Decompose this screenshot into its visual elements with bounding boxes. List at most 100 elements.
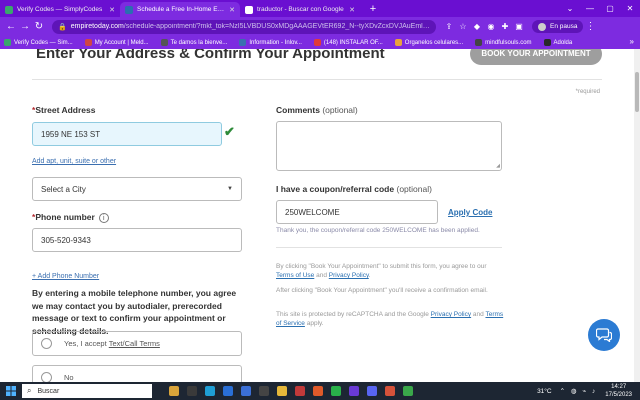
brave-app-icon[interactable] xyxy=(310,382,326,400)
privacy-policy-link[interactable]: Privacy Policy xyxy=(329,272,369,279)
close-icon[interactable]: ✕ xyxy=(229,6,235,14)
back-icon[interactable]: ← xyxy=(4,21,18,32)
files-app-glyph xyxy=(169,386,179,396)
city-select[interactable]: Select a City ▼ xyxy=(32,177,242,201)
sidebar-icon[interactable]: ▣ xyxy=(512,22,526,31)
weather-label[interactable]: 31°C xyxy=(537,388,552,395)
chat-app-icon[interactable] xyxy=(346,382,362,400)
maximize-icon[interactable]: ▢ xyxy=(600,0,620,17)
radio-button[interactable] xyxy=(41,372,52,382)
photos-app-icon[interactable] xyxy=(382,382,398,400)
explorer-app-icon[interactable] xyxy=(274,382,290,400)
url-path: /schedule-appointment/?mkt_tok=NzI5LVBDU… xyxy=(123,23,430,30)
bookmark-label: My Account | Meld... xyxy=(94,39,149,46)
taskbar-search-input[interactable]: ⌕ Buscar xyxy=(22,384,152,398)
puzzle-icon[interactable]: ✚ xyxy=(498,22,512,31)
add-apt-link[interactable]: Add apt, unit, suite or other xyxy=(32,158,116,165)
share-icon[interactable]: ⇪ xyxy=(442,22,456,31)
tab-google-search[interactable]: traductor - Buscar con Google ✕ xyxy=(240,2,360,17)
accept-prefix: Yes, I accept xyxy=(64,339,107,348)
radio-button[interactable] xyxy=(41,338,52,349)
bookmark-item[interactable]: My Account | Meld... xyxy=(84,39,149,46)
bookmarks-bar: Verify Codes — Sim... My Account | Meld.… xyxy=(0,36,640,49)
explorer-app-glyph xyxy=(277,386,287,396)
decline-label: No xyxy=(64,373,74,382)
more-bookmarks-icon[interactable]: » xyxy=(630,37,634,46)
google-privacy-link[interactable]: Privacy Policy xyxy=(431,311,471,318)
coupon-code-input[interactable]: 250WELCOME xyxy=(276,200,438,224)
street-address-input[interactable]: 1959 NE 153 ST xyxy=(32,122,222,146)
bookmark-item[interactable]: mindfulsouls.com xyxy=(475,39,532,46)
extension-icon[interactable]: ◆ xyxy=(470,22,484,31)
accept-terms-option[interactable]: Yes, I accept Text/Call Terms xyxy=(32,331,242,356)
lock-icon: 🔒 xyxy=(58,23,67,31)
terminal-app-glyph xyxy=(259,386,269,396)
page-content: Enter Your Address & Confirm Your Appoin… xyxy=(0,49,640,382)
forward-icon[interactable]: → xyxy=(18,21,32,32)
scrollbar-thumb[interactable] xyxy=(635,72,639,112)
info-icon[interactable]: i xyxy=(98,212,109,223)
store-app-icon[interactable] xyxy=(238,382,254,400)
close-window-icon[interactable]: ✕ xyxy=(620,0,640,17)
bookmark-item[interactable]: Information - Inlov... xyxy=(239,39,302,46)
chat-button[interactable] xyxy=(588,319,620,351)
comments-label: Comments (optional) xyxy=(276,105,358,115)
phone-number-input[interactable]: 305-520-9343 xyxy=(32,228,242,252)
close-icon[interactable]: ✕ xyxy=(349,6,355,14)
comments-textarea[interactable]: ◢ xyxy=(276,121,502,171)
url-input[interactable]: 🔒 empiretoday.com /schedule-appointment/… xyxy=(52,19,436,34)
menu-icon[interactable]: ⋮ xyxy=(583,21,597,32)
profile-pause-button[interactable]: En pausa xyxy=(532,20,584,33)
bookmark-label: Adolda xyxy=(553,39,573,46)
bookmark-label: Information - Inlov... xyxy=(249,39,302,46)
terms-of-use-link[interactable]: Terms of Use xyxy=(276,272,314,279)
whatsapp-app-icon[interactable] xyxy=(328,382,344,400)
close-icon[interactable]: ✕ xyxy=(109,6,115,14)
bookmark-favicon-icon xyxy=(160,39,168,46)
bookmark-item[interactable]: (148) INSTALAR OF... xyxy=(313,39,383,46)
resize-handle-icon[interactable]: ◢ xyxy=(496,163,500,169)
add-phone-link[interactable]: + Add Phone Number xyxy=(32,273,99,280)
recaptcha-and: and xyxy=(472,311,484,318)
chevron-down-icon[interactable]: ⌄ xyxy=(560,0,580,17)
decline-option[interactable]: No xyxy=(32,365,242,382)
star-icon[interactable]: ☆ xyxy=(456,22,470,31)
mixed-app-icon[interactable] xyxy=(292,382,308,400)
phone-value: 305-520-9343 xyxy=(41,235,91,245)
tray-icons[interactable]: ⌃ ◍ ⌁ ♪ xyxy=(560,387,598,395)
new-tab-icon[interactable]: + xyxy=(366,2,380,17)
terminal-app-icon[interactable] xyxy=(256,382,272,400)
chrome-app-icon[interactable] xyxy=(400,382,416,400)
street-label-text: Street Address xyxy=(35,105,96,115)
terms-notice: By clicking "Book Your Appointment" to s… xyxy=(276,262,504,280)
clock[interactable]: 14:27 17/5/2023 xyxy=(605,383,632,399)
vpn-icon[interactable]: ◉ xyxy=(484,22,498,31)
bookmark-item[interactable]: Verify Codes — Sim... xyxy=(4,39,73,46)
mail-app-icon[interactable] xyxy=(220,382,236,400)
files-app-icon[interactable] xyxy=(166,382,182,400)
photos-app-glyph xyxy=(385,386,395,396)
chat-app-glyph xyxy=(349,386,359,396)
text-call-terms-link[interactable]: Text/Call Terms xyxy=(109,339,160,348)
street-value: 1959 NE 153 ST xyxy=(41,129,101,139)
bookmark-label: Organelos celulares... xyxy=(404,39,464,46)
checkmark-icon: ✔ xyxy=(224,124,235,139)
windows-start-icon[interactable] xyxy=(0,382,22,400)
bookmark-item[interactable]: Adolda xyxy=(543,39,573,46)
page-title: Enter Your Address & Confirm Your Appoin… xyxy=(36,49,385,62)
bookmark-item[interactable]: Organelos celulares... xyxy=(394,39,464,46)
discord-app-icon[interactable] xyxy=(364,382,380,400)
tab-simplycodes[interactable]: Verify Codes — SimplyCodes ✕ xyxy=(0,2,120,17)
reload-icon[interactable]: ↻ xyxy=(32,21,46,32)
tab-schedule-estimate[interactable]: Schedule a Free In-Home Estimate ✕ xyxy=(120,2,240,17)
minimize-icon[interactable]: — xyxy=(580,0,600,17)
recaptcha-text: This site is protected by reCAPTCHA and … xyxy=(276,311,429,318)
edge-app-icon[interactable] xyxy=(202,382,218,400)
book-appointment-button[interactable]: BOOK YOUR APPOINTMENT xyxy=(470,49,602,65)
window-controls: ⌄ — ▢ ✕ xyxy=(560,0,640,17)
bookmark-item[interactable]: Te damos la bienve... xyxy=(160,39,227,46)
empire-favicon-icon xyxy=(125,5,133,14)
apply-code-button[interactable]: Apply Code xyxy=(448,208,492,217)
calc-app-icon[interactable] xyxy=(184,382,200,400)
recaptcha-notice: This site is protected by reCAPTCHA and … xyxy=(276,310,504,328)
